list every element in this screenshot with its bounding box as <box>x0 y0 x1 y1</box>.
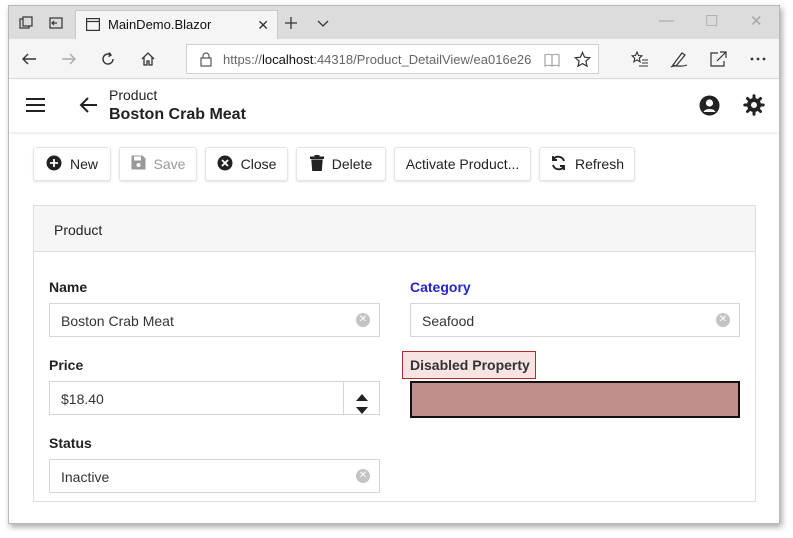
forward-icon[interactable] <box>60 50 78 68</box>
save-button[interactable]: Save <box>119 147 197 181</box>
gear-icon[interactable] <box>743 94 765 121</box>
refresh-icon[interactable] <box>99 50 117 68</box>
chevron-down-icon[interactable] <box>315 15 331 31</box>
close-label: Close <box>240 156 277 172</box>
refresh-button[interactable]: Refresh <box>539 147 635 181</box>
star-icon[interactable] <box>573 51 592 73</box>
hamburger-icon[interactable] <box>26 97 45 118</box>
tabs-aside-icon[interactable] <box>48 15 64 31</box>
breadcrumb: Product <box>109 87 158 103</box>
save-label: Save <box>153 156 186 172</box>
name-value: Boston Crab Meat <box>61 313 174 329</box>
favorites-icon[interactable] <box>631 50 649 68</box>
share-icon[interactable] <box>709 50 727 68</box>
new-label: New <box>69 156 98 172</box>
price-spin-field[interactable]: $18.40 <box>49 381 380 415</box>
account-icon[interactable] <box>699 95 720 121</box>
name-field[interactable]: Boston Crab Meat ✕ <box>49 303 380 337</box>
price-label: Price <box>49 357 84 373</box>
url-text: https://localhost:44318/Product_DetailVi… <box>223 52 532 67</box>
close-circle-icon <box>217 155 233 174</box>
clear-icon[interactable]: ✕ <box>356 469 370 483</box>
category-link[interactable]: Category <box>410 279 471 295</box>
delete-label: Delete <box>331 156 373 172</box>
close-button[interactable]: Close <box>205 147 288 181</box>
more-icon[interactable] <box>749 50 767 68</box>
status-value: Inactive <box>61 469 110 485</box>
lock-icon <box>200 52 212 72</box>
activate-product-button[interactable]: Activate Product... <box>394 147 531 181</box>
group-header: Product <box>34 206 755 252</box>
disabled-property-field <box>410 381 740 418</box>
delete-button[interactable]: Delete <box>296 147 386 181</box>
price-value: $18.40 <box>61 391 104 407</box>
back-icon[interactable] <box>20 50 38 68</box>
trash-icon <box>309 154 324 174</box>
browser-window: MainDemo.Blazor ✕ — ☐ ✕ https://localhos… <box>8 5 780 524</box>
refresh-label: Refresh <box>574 156 625 172</box>
tab-actions-icon[interactable] <box>18 15 34 31</box>
minimize-icon[interactable]: — <box>659 12 674 29</box>
spin-down-icon[interactable] <box>356 401 368 419</box>
status-field[interactable]: Inactive ✕ <box>49 459 380 493</box>
tab-strip: MainDemo.Blazor ✕ — ☐ ✕ <box>9 6 779 39</box>
close-icon[interactable]: ✕ <box>257 17 269 34</box>
group-title: Product <box>54 222 103 238</box>
disabled-property-label: Disabled Property <box>402 351 536 379</box>
category-field[interactable]: Seafood ✕ <box>410 303 740 337</box>
maximize-icon[interactable]: ☐ <box>705 12 718 30</box>
page-title: Boston Crab Meat <box>109 106 246 123</box>
tab-title: MainDemo.Blazor <box>108 17 212 32</box>
plus-circle-icon <box>46 155 62 174</box>
clear-icon[interactable]: ✕ <box>716 313 730 327</box>
status-label: Status <box>49 435 92 451</box>
page-icon <box>86 18 101 36</box>
window-close-icon[interactable]: ✕ <box>750 12 763 30</box>
name-label: Name <box>49 279 88 295</box>
reading-view-icon[interactable] <box>544 53 560 72</box>
address-bar: https://localhost:44318/Product_DetailVi… <box>9 39 779 79</box>
product-group: Product <box>33 205 756 502</box>
arrow-left-icon[interactable] <box>79 96 98 119</box>
category-value: Seafood <box>422 313 475 329</box>
new-button[interactable]: New <box>33 147 111 181</box>
sync-icon <box>550 155 567 174</box>
url-input[interactable]: https://localhost:44318/Product_DetailVi… <box>186 44 599 74</box>
browser-tab[interactable]: MainDemo.Blazor ✕ <box>75 10 278 39</box>
app-header: Product Boston Crab Meat <box>9 80 779 132</box>
pen-icon[interactable] <box>670 50 688 68</box>
new-tab-icon[interactable] <box>283 15 299 31</box>
activate-label: Activate Product... <box>405 156 520 172</box>
clear-icon[interactable]: ✕ <box>356 313 370 327</box>
spin-buttons <box>343 382 379 414</box>
save-icon <box>131 155 146 173</box>
home-icon[interactable] <box>139 50 157 68</box>
